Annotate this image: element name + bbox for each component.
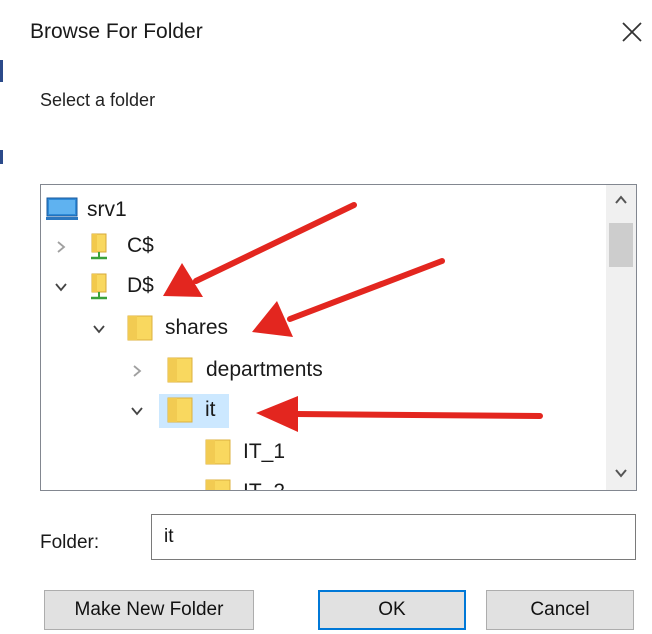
tree-item-it-1[interactable]: IT_1 xyxy=(41,437,601,467)
tree-item-it-2[interactable]: IT_2 xyxy=(41,477,601,490)
close-button[interactable] xyxy=(617,13,647,47)
scroll-down-icon[interactable] xyxy=(612,464,630,482)
tree-item-label: IT_2 xyxy=(243,480,285,490)
tree-scrollbar[interactable] xyxy=(606,185,636,490)
dialog-prompt: Select a folder xyxy=(40,90,156,110)
chevron-down-icon[interactable] xyxy=(53,279,69,295)
tree-item-label: C$ xyxy=(127,234,154,257)
make-new-folder-button[interactable]: Make New Folder xyxy=(44,590,254,630)
chevron-right-icon[interactable] xyxy=(53,239,69,255)
folder-tree[interactable]: srv1 C$ D$ shares departments it IT_1 xyxy=(40,184,637,491)
tree-item-label: srv1 xyxy=(87,198,127,221)
chevron-right-icon[interactable] xyxy=(129,363,145,379)
cancel-button[interactable]: Cancel xyxy=(486,590,634,630)
folder-icon xyxy=(205,479,231,490)
tree-item-c-share[interactable]: C$ xyxy=(41,231,601,261)
tree-item-it[interactable]: it xyxy=(41,394,601,428)
tree-item-label: IT_1 xyxy=(243,440,286,463)
tree-item-label: shares xyxy=(165,316,229,339)
network-drive-icon xyxy=(91,233,107,260)
scrollbar-thumb[interactable] xyxy=(609,223,633,267)
tree-item-departments[interactable]: departments xyxy=(41,355,601,385)
chevron-down-icon[interactable] xyxy=(91,321,107,337)
window-edge-mark xyxy=(0,60,3,82)
folder-field-label: Folder: xyxy=(40,532,100,553)
ok-button[interactable]: OK xyxy=(318,590,466,630)
folder-icon xyxy=(127,315,153,341)
tree-item-srv1[interactable]: srv1 xyxy=(41,195,601,225)
scroll-up-icon[interactable] xyxy=(612,191,630,209)
folder-icon xyxy=(205,439,231,465)
folder-icon xyxy=(167,357,193,383)
chevron-down-icon[interactable] xyxy=(129,403,145,419)
dialog-title: Browse For Folder xyxy=(30,20,203,43)
tree-item-d-share[interactable]: D$ xyxy=(41,271,601,301)
folder-icon xyxy=(167,397,193,423)
computer-icon xyxy=(46,197,78,220)
tree-item-label: it xyxy=(205,398,216,421)
network-drive-icon xyxy=(91,273,107,300)
tree-item-label: D$ xyxy=(127,274,154,297)
tree-item-label: departments xyxy=(206,358,323,381)
folder-name-input[interactable] xyxy=(151,514,636,560)
close-icon xyxy=(622,22,642,42)
window-edge-mark xyxy=(0,150,3,164)
tree-item-shares[interactable]: shares xyxy=(41,313,601,343)
